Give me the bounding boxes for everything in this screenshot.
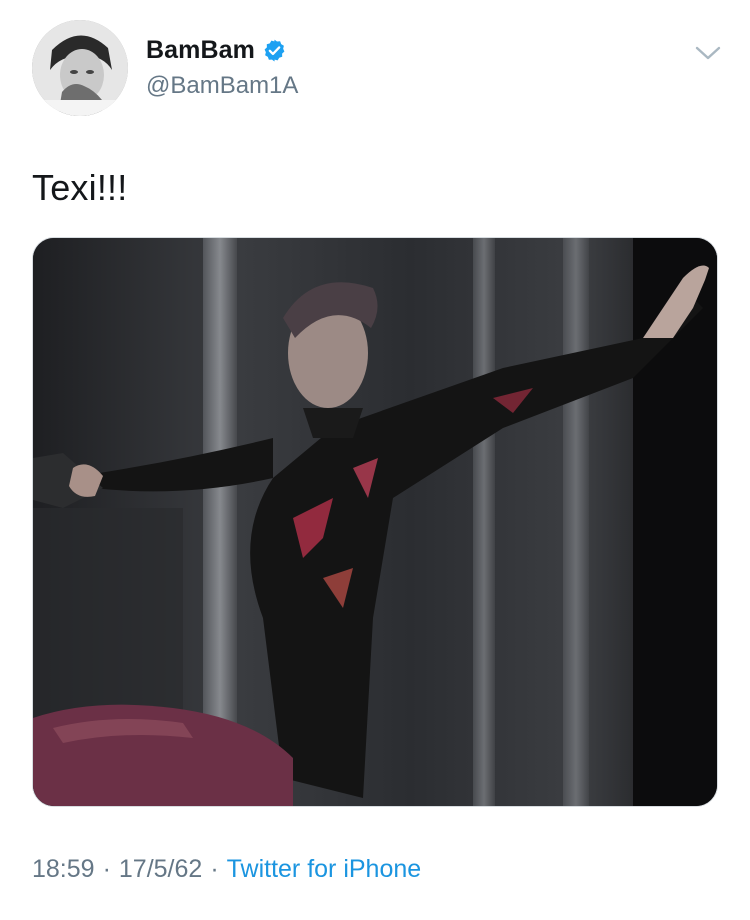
tweet-source-link[interactable]: Twitter for iPhone	[227, 855, 422, 883]
name-row[interactable]: BamBam	[146, 32, 287, 68]
display-name[interactable]: BamBam	[146, 36, 255, 65]
tweet-date[interactable]: 17/5/62	[119, 855, 202, 883]
tweet-card: BamBam @BamBam1A Texi!!! 18:59 · 17/5/62…	[0, 0, 750, 920]
user-handle[interactable]: @BamBam1A	[146, 72, 298, 100]
media-photo	[33, 238, 717, 806]
meta-separator: ·	[210, 855, 219, 883]
avatar[interactable]	[32, 20, 128, 116]
tweet-time[interactable]: 18:59	[32, 855, 95, 883]
verified-badge-icon	[262, 38, 287, 63]
tweet-text: Texi!!!	[32, 167, 128, 208]
tweet-media-image[interactable]	[32, 237, 718, 807]
avatar-photo	[32, 20, 128, 116]
meta-separator: ·	[102, 855, 111, 883]
chevron-down-icon[interactable]	[693, 42, 723, 64]
tweet-meta: 18:59 · 17/5/62 · Twitter for iPhone	[32, 855, 421, 884]
